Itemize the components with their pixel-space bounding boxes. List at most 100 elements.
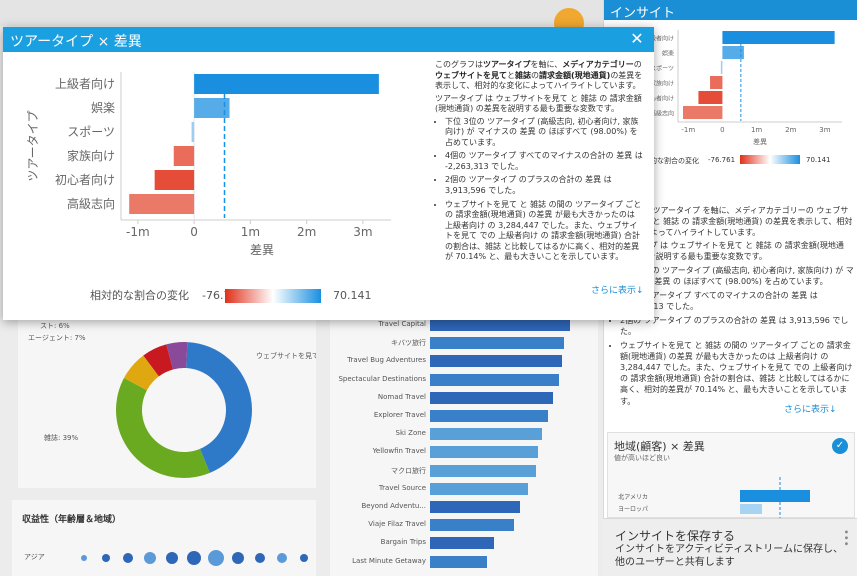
modal-bullet: ウェブサイトを見て と 雑誌 の間の ツアータイプ ごとの 請求金額(現地通貨)… (445, 200, 643, 263)
category-label: 高級志向 (67, 196, 115, 211)
donut-label-magazine: 雑誌: 39% (44, 433, 78, 442)
summary-bold: ウェブサイトを見て (435, 70, 507, 80)
agency-bar[interactable] (430, 482, 528, 495)
agency-label: マクロ旅行 (391, 466, 426, 475)
modal-para2: ツアータイプ は ウェブサイトを見て と 雑誌 の 請求金額(現地通貨) の差異… (435, 93, 642, 114)
bubble-0 (81, 555, 87, 561)
agency-bar[interactable] (430, 428, 542, 441)
region-label-na: 北アメリカ (618, 493, 648, 501)
bar-3[interactable] (173, 146, 195, 166)
insight-bullet: 4個の ツアータイプ すべてのマイナスの合計の 差異 は -2,263,313 … (620, 290, 854, 312)
donut-label-web: ウェブサイトを見て: 43% (256, 351, 316, 360)
close-icon[interactable]: ✕ (628, 30, 646, 48)
insight-title: インサイト (604, 0, 857, 21)
summary-bold: 雑誌 (515, 70, 531, 80)
summary-text: の (633, 60, 642, 69)
region-insight-card[interactable]: 地域(顧客) × 差異 値が高いほど良い ✓ 北アメリカ ヨーロッパ (607, 432, 855, 519)
x-tick-label: 0 (190, 225, 198, 239)
bubble-3 (144, 552, 156, 564)
profitability-panel: 収益性（年齢層＆地域） アジア (12, 500, 316, 576)
insight-legend-label: 的な割合の変化 (650, 157, 699, 165)
x-tick-label: -1m (126, 225, 150, 239)
modal-bullets: 下位 3位の ツアータイプ (高級志向, 初心者向け, 家族向け) が マイナス… (445, 117, 643, 263)
mini-tick-label: 0 (720, 126, 724, 134)
insight-legend-gradient (740, 155, 800, 164)
mini-bar-4 (698, 91, 723, 104)
agency-bar[interactable] (430, 391, 554, 404)
mini-tick-label: 1m (751, 126, 762, 134)
insight-bullet: 2個の ツアータイプ のプラスの合計の 差異 は 3,913,596 でした。 (620, 315, 854, 337)
category-label: 娯楽 (91, 101, 115, 115)
x-axis-title: 差異 (250, 243, 274, 257)
modal-bullet: 2個の ツアータイプ のプラスの合計の 差異 は 3,913,596 でした。 (445, 175, 643, 196)
insight-legend-min: -76.761 (708, 156, 736, 164)
agency-label: Travel Bug Adventures (347, 356, 426, 365)
donut-label-st: スト: 6% (40, 322, 70, 330)
insight-modal: ツアータイプ × 差異 ✕ 上級者向け 娯楽 スポーツ 家族向け 初心者向け 高級志向 -1… (3, 27, 654, 320)
agency-bar[interactable] (430, 555, 488, 568)
bar-0[interactable] (194, 74, 379, 94)
bubble-8 (255, 553, 265, 563)
agency-bar[interactable] (430, 337, 565, 350)
bubble-4 (166, 552, 178, 564)
bubble-10 (300, 554, 308, 562)
agency-label: Last Minute Getaway (352, 556, 426, 565)
save-insight-box[interactable]: インサイトを保存する インサイトをアクティビティストリームに保存し、他のユーザー… (603, 518, 857, 576)
agency-label: Travel Capital (378, 320, 426, 328)
agency-bar[interactable] (430, 373, 559, 386)
agency-label: Yellowfin Travel (372, 447, 426, 456)
agency-bar[interactable] (430, 464, 537, 477)
dashboard-top-area (0, 0, 603, 26)
modal-bullet: 4個の ツアータイプ すべてのマイナスの合計の 差異 は -2,263,313 … (445, 151, 643, 172)
agency-bar[interactable] (430, 501, 520, 513)
bar-4[interactable] (154, 170, 195, 190)
agency-bar[interactable] (430, 446, 538, 459)
summary-text: を軸に、 (530, 60, 563, 69)
insight-legend-max: 70.141 (806, 156, 831, 164)
donut-slice-magazine (116, 378, 210, 478)
agency-bar[interactable] (430, 355, 562, 368)
agency-bar-panel: Travel Capital キバツ旅行 Travel Bug Adventures… (330, 318, 598, 576)
mini-bar-5 (682, 106, 723, 119)
agency-label: Travel Source (378, 483, 426, 492)
mini-bar-2 (720, 61, 723, 74)
summary-text: と (507, 70, 515, 80)
bubble-1 (102, 554, 110, 562)
agency-bar[interactable] (430, 519, 514, 532)
insight-bullet: 下位 3位の ツアータイプ (高級志向, 初心者向け, 家族向け) が マイナス… (620, 265, 854, 287)
x-tick-label: 3m (353, 225, 372, 239)
region-bar-eu (740, 504, 762, 514)
mini-tick-label: 2m (785, 126, 796, 134)
agency-bar[interactable] (430, 319, 570, 331)
agency-label: Explorer Travel (373, 411, 426, 419)
summary-text: の (531, 70, 539, 80)
agency-label: Viaje Filaz Travel (368, 520, 426, 529)
agency-label: キバツ旅行 (391, 339, 426, 348)
agency-bar[interactable] (430, 537, 495, 550)
mini-category-label: 娯楽 (662, 50, 674, 58)
bar-5[interactable] (129, 194, 195, 214)
donut-chart-panel: ウェブサイトを見て: 43% 雑誌: 39% エージェント: 7% スト: 6% (18, 318, 339, 488)
summary-bold: メディアカテゴリー (562, 60, 634, 69)
arrow-down-icon: ↓ (636, 286, 644, 296)
bar-2[interactable] (191, 122, 195, 142)
agency-label: Ski Zone (395, 429, 427, 438)
mini-x-title: 差異 (753, 137, 767, 146)
more-options-icon[interactable]: ••• (840, 529, 851, 547)
mini-tick-label: 3m (819, 126, 830, 134)
variance-bar-chart[interactable]: 上級者向け娯楽スポーツ家族向け初心者向け高級志向 -1m 0 1m 2m 3m 差異 ツアータ… (3, 52, 433, 320)
summary-bold: 請求金額(現地通貨) (539, 70, 611, 80)
modal-more-label: さらに表示 (591, 286, 637, 296)
region-mini-chart: 北アメリカ ヨーロッパ (618, 477, 810, 519)
agency-bar[interactable] (430, 410, 548, 422)
insight-more-link[interactable]: さらに表示↓ (784, 402, 837, 415)
category-label: 初心者向け (55, 172, 115, 187)
x-tick-label: 2m (297, 225, 316, 239)
summary-bold: ツアータイプ (483, 60, 531, 69)
agency-label: Nomad Travel (377, 392, 426, 401)
region-bar-na (740, 490, 810, 502)
modal-title: ツアータイプ × 差異 (10, 34, 142, 50)
modal-more-link[interactable]: さらに表示↓ (591, 283, 644, 296)
bubble-2 (123, 553, 133, 563)
mini-bar-1 (722, 46, 744, 59)
